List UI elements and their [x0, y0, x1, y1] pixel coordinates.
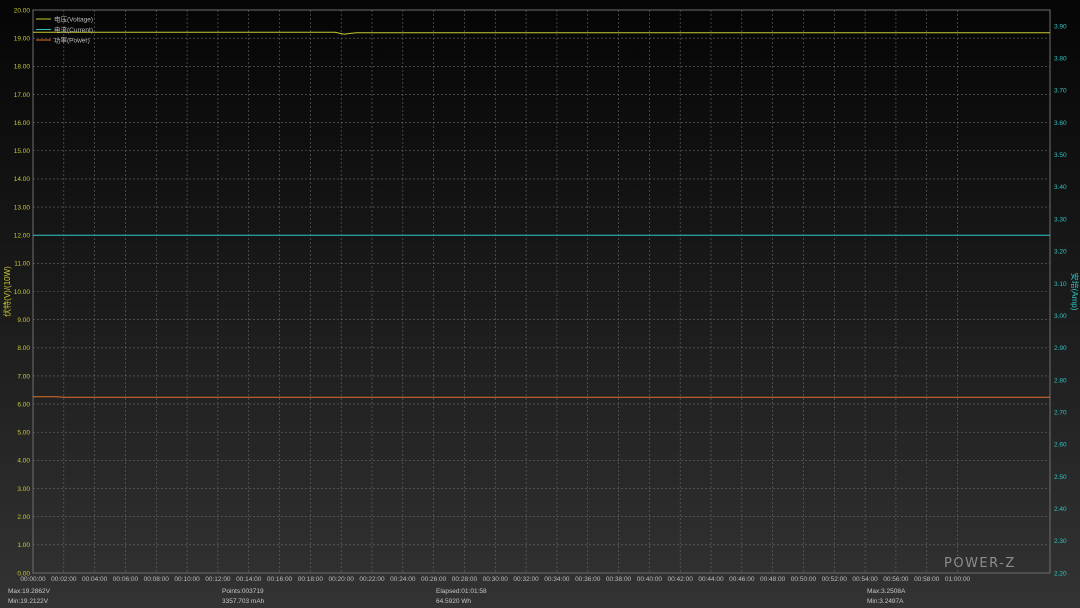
x-tick-label: 00:38:00 — [606, 576, 632, 583]
left-tick-label: 14.00 — [14, 176, 31, 183]
right-tick-label: 2.90 — [1054, 345, 1067, 352]
current-min: Min:3.2497A — [867, 597, 904, 605]
left-tick-label: 13.00 — [14, 204, 31, 211]
x-tick-label: 00:14:00 — [236, 576, 262, 583]
x-tick-label: 00:48:00 — [760, 576, 786, 583]
x-tick-label: 00:36:00 — [575, 576, 601, 583]
left-tick-label: 20.00 — [14, 7, 31, 14]
left-tick-label: 9.00 — [17, 317, 30, 324]
right-tick-label: 2.20 — [1054, 570, 1067, 577]
left-tick-label: 12.00 — [14, 233, 31, 240]
series-line — [33, 31, 1050, 35]
x-tick-label: 00:24:00 — [390, 576, 416, 583]
brand-logo: POWER-Z — [944, 556, 1016, 571]
x-tick-label: 00:02:00 — [51, 576, 77, 583]
x-tick-label: 00:18:00 — [298, 576, 324, 583]
x-tick-label: 00:16:00 — [267, 576, 293, 583]
right-axis-ticks: 2.20 2.30 2.40 2.50 2.60 2.70 2.80 2.90 3.00 3.10… — [1054, 23, 1067, 577]
meter-screen: 0.00 1.00 2.00 3.00 4.00 5.00 6.00 7.00 8.00 9.00… — [0, 0, 1080, 608]
x-tick-label: 00:22:00 — [359, 576, 385, 583]
x-tick-label: 00:28:00 — [452, 576, 478, 583]
left-tick-label: 5.00 — [17, 430, 30, 437]
x-tick-label: 00:34:00 — [544, 576, 570, 583]
right-tick-label: 3.10 — [1054, 281, 1067, 288]
elapsed-stats: Elapsed:01:01:58 64.5920 Wh — [436, 587, 487, 606]
right-tick-label: 3.60 — [1054, 120, 1067, 127]
x-tick-label: 00:26:00 — [421, 576, 447, 583]
voltage-stats: Max:19.2862V Min:19.2122V — [8, 587, 50, 606]
x-tick-label: 00:42:00 — [668, 576, 694, 583]
chart-grid — [32, 9, 1051, 574]
x-tick-label: 00:06:00 — [113, 576, 139, 583]
right-tick-label: 3.80 — [1054, 56, 1067, 63]
x-tick-label: 00:20:00 — [329, 576, 355, 583]
right-tick-label: 3.30 — [1054, 216, 1067, 223]
right-tick-label: 2.80 — [1054, 377, 1067, 384]
x-tick-label: 00:12:00 — [205, 576, 231, 583]
series-line — [33, 396, 1050, 398]
left-axis-label: 伏特(V)/(10W) — [2, 266, 12, 317]
right-tick-label: 3.90 — [1054, 23, 1067, 30]
voltage-max: Max:19.2862V — [8, 588, 50, 595]
right-tick-label: 2.30 — [1054, 538, 1067, 545]
left-tick-label: 6.00 — [17, 401, 30, 408]
energy-value: 64.5920 Wh — [436, 597, 472, 605]
points-count: Points:003719 — [222, 588, 264, 595]
left-tick-label: 4.00 — [17, 458, 30, 465]
x-tick-label: 00:00:00 — [20, 576, 46, 583]
x-axis-ticks: 00:00:00 00:02:00 00:04:00 00:06:00 00:08:00… — [20, 576, 970, 583]
left-tick-label: 1.00 — [17, 542, 30, 549]
x-tick-label: 00:58:00 — [914, 576, 940, 583]
x-tick-label: 00:46:00 — [729, 576, 755, 583]
left-tick-label: 7.00 — [17, 373, 30, 380]
left-tick-label: 18.00 — [14, 64, 31, 71]
x-tick-label: 01:00:00 — [945, 576, 971, 583]
right-tick-label: 3.40 — [1054, 184, 1067, 191]
left-axis-ticks: 0.001.002.003.004.005.006.007.008.009.00… — [14, 7, 31, 577]
x-tick-label: 00:32:00 — [513, 576, 539, 583]
right-tick-label: 2.40 — [1054, 506, 1067, 513]
left-tick-label: 17.00 — [14, 92, 31, 99]
x-tick-label: 00:10:00 — [174, 576, 200, 583]
x-tick-label: 00:30:00 — [483, 576, 509, 583]
x-tick-label: 00:52:00 — [822, 576, 848, 583]
right-axis-label: 安培(Amp) — [1070, 273, 1080, 311]
current-max: Max:3.2508A — [867, 588, 906, 595]
right-tick-label: 2.60 — [1054, 442, 1067, 449]
x-tick-label: 00:40:00 — [637, 576, 663, 583]
right-tick-label: 2.50 — [1054, 474, 1067, 481]
chart-legend: 电压(Voltage) 电流(Current)功率(Power) — [36, 14, 93, 44]
left-tick-label: 16.00 — [14, 120, 31, 127]
left-tick-label: 8.00 — [17, 345, 30, 352]
right-tick-label: 3.50 — [1054, 152, 1067, 159]
x-tick-label: 00:44:00 — [698, 576, 724, 583]
left-tick-label: 15.00 — [14, 148, 31, 155]
right-tick-label: 3.70 — [1054, 88, 1067, 95]
legend-label: 电压(Voltage) — [54, 14, 93, 23]
x-tick-label: 00:08:00 — [144, 576, 170, 583]
right-tick-label: 2.70 — [1054, 409, 1067, 416]
left-tick-label: 2.00 — [17, 514, 30, 521]
current-stats: Max:3.2508A Min:3.2497A — [867, 587, 905, 606]
legend-label: 功率(Power) — [54, 35, 90, 44]
right-tick-label: 3.20 — [1054, 249, 1067, 256]
x-tick-label: 00:56:00 — [883, 576, 909, 583]
x-tick-label: 00:54:00 — [852, 576, 878, 583]
voltage-current-chart: 0.001.002.003.004.005.006.007.008.009.00… — [2, 7, 1080, 583]
elapsed-time: Elapsed:01:01:58 — [436, 588, 487, 595]
legend-label: 电流(Current) — [54, 25, 93, 34]
points-stats: Points:003719 3357.703 mAh — [222, 587, 264, 606]
left-tick-label: 3.00 — [17, 486, 30, 493]
left-tick-label: 19.00 — [14, 35, 31, 42]
x-tick-label: 00:04:00 — [82, 576, 108, 583]
left-tick-label: 11.00 — [14, 261, 30, 268]
voltage-min: Min:19.2122V — [8, 597, 49, 605]
series-lines — [33, 31, 1050, 398]
left-tick-label: 10.00 — [14, 289, 31, 296]
capacity-value: 3357.703 mAh — [222, 597, 265, 605]
right-tick-label: 3.00 — [1054, 313, 1067, 320]
x-tick-label: 00:50:00 — [791, 576, 817, 583]
